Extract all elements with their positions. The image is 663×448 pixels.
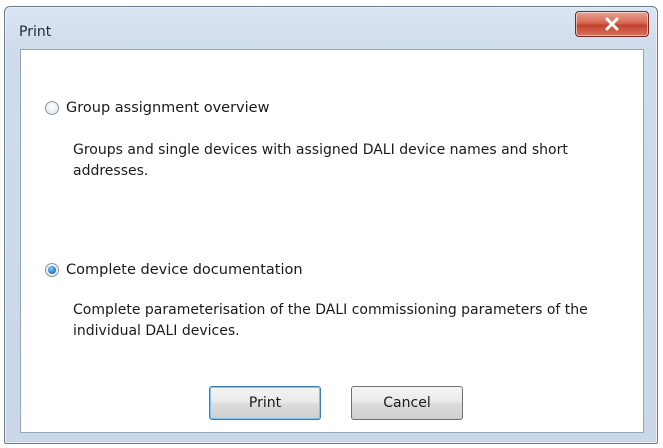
option-label: Group assignment overview	[66, 100, 270, 116]
print-button[interactable]: Print	[209, 386, 321, 420]
title-bar[interactable]: Print	[5, 7, 657, 51]
option-label: Complete device documentation	[66, 262, 303, 278]
option-description: Groups and single devices with assigned …	[73, 142, 568, 179]
option-complete-device-documentation[interactable]: Complete device documentation	[45, 262, 303, 278]
dialog-title: Print	[19, 24, 52, 40]
radio-group-assignment-overview[interactable]	[45, 101, 59, 115]
radio-complete-device-documentation[interactable]	[45, 263, 59, 277]
cancel-button[interactable]: Cancel	[351, 386, 463, 420]
option-description: Complete parameterisation of the DALI co…	[73, 302, 588, 339]
print-dialog: Print Group assignment overview Groups a…	[4, 6, 658, 444]
close-button[interactable]	[575, 11, 649, 37]
close-icon	[605, 17, 619, 31]
option-group-assignment-overview[interactable]: Group assignment overview	[45, 100, 269, 116]
dialog-content: Group assignment overview Groups and sin…	[20, 49, 644, 433]
